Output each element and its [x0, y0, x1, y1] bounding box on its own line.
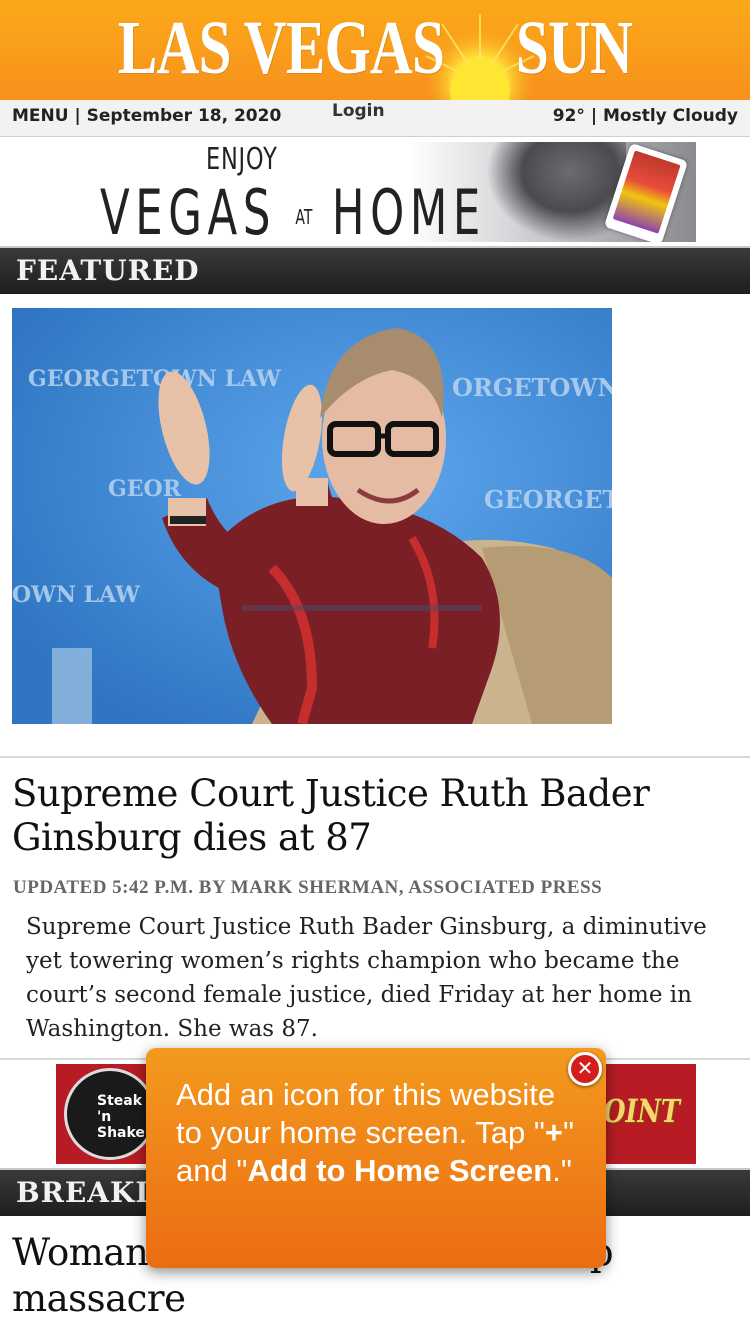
menu-button[interactable]: MENU: [12, 106, 69, 126]
info-bar: MENU | September 18, 2020 Login 92° | Mo…: [0, 100, 750, 137]
logo-text-line: Shake: [97, 1125, 145, 1141]
featured-summary: Supreme Court Justice Ruth Bader Ginsbur…: [26, 914, 707, 1042]
popup-message: Add an icon for this website to your hom…: [176, 1076, 586, 1190]
ad-word-at: AT: [295, 204, 313, 229]
add-to-home-popup: Add an icon for this website to your hom…: [146, 1048, 606, 1268]
popup-action: Add to Home Screen: [247, 1153, 553, 1188]
ad-enjoy-text: ENJOY: [206, 142, 278, 177]
steak-n-shake-logo-icon: Steak 'n Shake: [64, 1068, 156, 1160]
ad-word-vegas: VEGAS: [100, 176, 276, 242]
popup-plus: +: [544, 1115, 563, 1150]
popup-text-part: .": [552, 1153, 572, 1188]
top-ad-banner[interactable]: ENJOY VEGAS AT HOME: [56, 142, 696, 242]
date-label: September 18, 2020: [86, 106, 282, 126]
separator: |: [590, 106, 603, 126]
logo-text-line: 'n: [97, 1109, 112, 1125]
separator: |: [74, 106, 87, 126]
close-icon[interactable]: ✕: [568, 1052, 602, 1086]
logo-text-line: Steak: [97, 1093, 143, 1109]
backdrop-text-5: OWN LAW: [12, 582, 140, 608]
ad-vegas-at-home-text: VEGAS AT HOME: [100, 176, 486, 242]
login-link[interactable]: Login: [332, 101, 385, 121]
ad-word-home: HOME: [331, 176, 486, 242]
featured-headline-link[interactable]: Supreme Court Justice Ruth Bader Ginsbur…: [12, 772, 732, 860]
ad-person-image: [486, 142, 626, 242]
divider: [0, 756, 750, 758]
masthead-word-sun: SUN: [515, 6, 633, 90]
masthead-word-las-vegas: LAS VEGAS: [117, 6, 445, 90]
backdrop-text-2: ORGETOWN: [452, 373, 612, 402]
masthead[interactable]: LAS VEGAS SUN: [0, 0, 750, 100]
popup-text-part: Add an icon for this website to your hom…: [176, 1077, 556, 1150]
featured-byline: UPDATED 5:42 P.M. BY MARK SHERMAN, ASSOC…: [13, 877, 603, 898]
backdrop-text-1: GEORGETOWN LAW: [28, 366, 281, 392]
backdrop-text-4: GEORGET: [484, 485, 612, 514]
featured-section-header: FEATURED: [0, 246, 750, 294]
temperature: 92°: [552, 106, 585, 126]
weather-conditions: Mostly Cloudy: [602, 106, 738, 126]
featured-label: FEATURED: [16, 254, 200, 287]
ginsburg-photo-image: GEORGETOWN LAW ORGETOWN GEOR GEORGET OWN…: [12, 308, 612, 724]
featured-photo[interactable]: GEORGETOWN LAW ORGETOWN GEOR GEORGET OWN…: [12, 308, 612, 724]
